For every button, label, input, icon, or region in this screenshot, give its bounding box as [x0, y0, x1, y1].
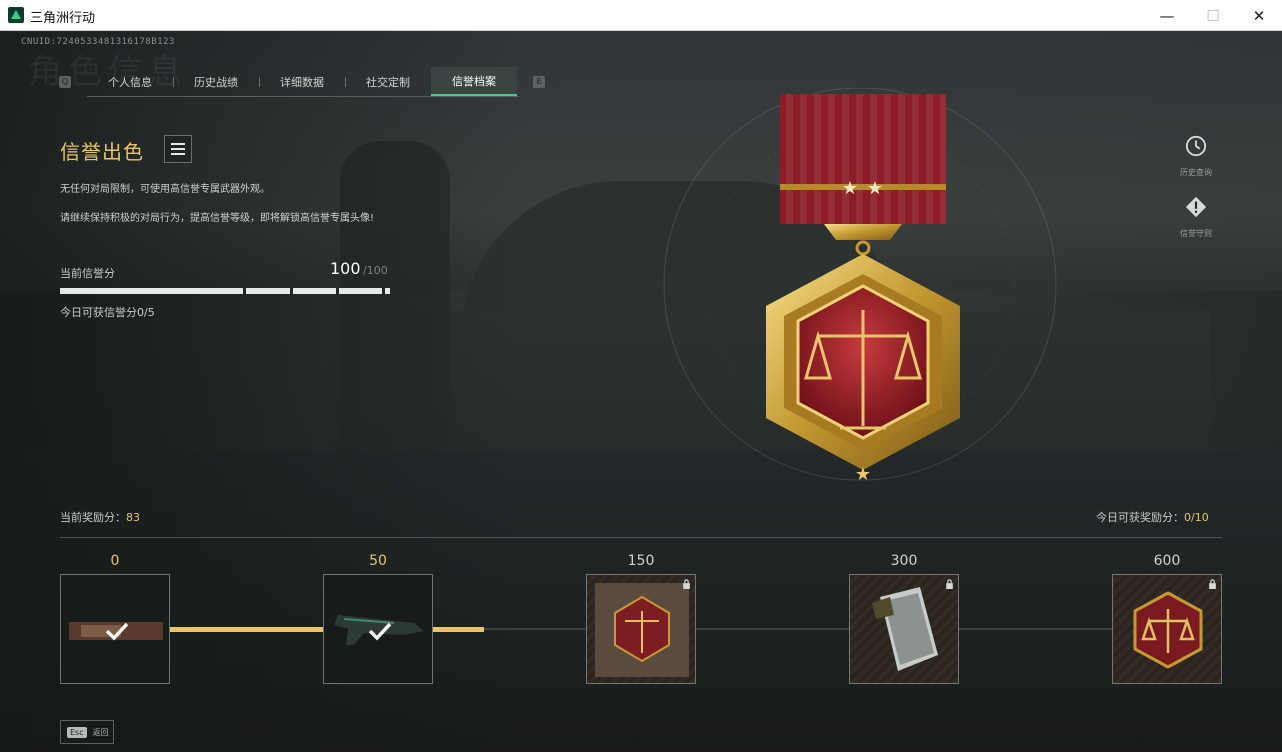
- score-progress-bar: [60, 288, 393, 294]
- tab-next-key[interactable]: E: [533, 76, 545, 88]
- maximize-button[interactable]: ☐: [1190, 0, 1236, 31]
- close-button[interactable]: ✕: [1236, 0, 1282, 31]
- window-titlebar: 三角洲行动 — ☐ ✕: [0, 0, 1282, 31]
- daily-score-limit: 今日可获信誉分0/5: [60, 306, 155, 319]
- milestone-value: 600: [1153, 553, 1181, 569]
- reward-card-locked[interactable]: [586, 574, 696, 684]
- lock-icon: [1209, 579, 1216, 589]
- milestone-value: 0: [110, 553, 120, 569]
- current-reward-value: 83: [126, 511, 140, 524]
- tab-social[interactable]: 社交定制: [345, 67, 431, 96]
- milestone-value: 150: [627, 553, 655, 569]
- score-value: 100: [330, 259, 361, 278]
- score-label: 当前信誉分: [60, 267, 115, 280]
- warning-diamond-icon: [1185, 196, 1207, 218]
- tab-prev-key[interactable]: Q: [59, 76, 71, 88]
- history-clock-icon: [1185, 135, 1207, 157]
- tab-match-history[interactable]: 历史战绩: [173, 67, 259, 96]
- svg-text:★: ★: [855, 464, 871, 485]
- score-max: /100: [363, 264, 388, 277]
- back-button[interactable]: Esc 返回: [60, 720, 114, 744]
- app-logo-icon: [8, 7, 24, 23]
- reward-avatar-image: [595, 583, 689, 677]
- reward-track-progress: [170, 627, 323, 632]
- tab-personal-info[interactable]: 个人信息: [87, 67, 173, 96]
- reputation-medal-image: ★ ★ ★: [663, 88, 1057, 485]
- today-reward-label: 今日可获奖励分：: [1096, 511, 1184, 524]
- tab-reputation[interactable]: 信誉档案: [431, 67, 517, 96]
- current-reward-points: 当前奖励分：83: [60, 509, 140, 525]
- reputation-hint: 请继续保持积极的对局行为，提高信誉等级，即将解锁高信誉专属头像!: [60, 213, 375, 224]
- today-reward-points: 今日可获奖励分：0/10: [1096, 509, 1209, 525]
- reputation-level-title: 信誉出色: [60, 140, 144, 164]
- minimize-button[interactable]: —: [1144, 0, 1190, 31]
- milestone-value: 50: [369, 553, 387, 569]
- tab-bar: 个人信息 历史战绩 详细数据 社交定制 信誉档案: [87, 67, 519, 97]
- reputation-list-button[interactable]: [164, 135, 192, 163]
- history-query-button[interactable]: 历史查询: [1166, 135, 1226, 178]
- reward-track-remaining: [484, 628, 1112, 630]
- player-id: CNUID:7240533481316178B123: [21, 37, 175, 47]
- svg-text:★: ★: [842, 178, 858, 199]
- rewards-divider: [60, 537, 1222, 538]
- lock-icon: [946, 579, 953, 589]
- milestone-value: 300: [890, 553, 918, 569]
- back-label: 返回: [92, 727, 109, 737]
- reward-emblem-image: [1133, 591, 1203, 669]
- checkmark-icon: [368, 622, 392, 641]
- reward-card-claimed[interactable]: [323, 574, 433, 684]
- esc-key-hint: Esc: [67, 726, 87, 738]
- window-title: 三角洲行动: [30, 11, 96, 26]
- reward-card-claimed[interactable]: [60, 574, 170, 684]
- checkmark-icon: [105, 622, 129, 641]
- reputation-rules-label: 信誉守则: [1180, 229, 1212, 238]
- lock-icon: [683, 579, 690, 589]
- today-reward-value: 0/10: [1184, 511, 1209, 524]
- reputation-rules-button[interactable]: 信誉守则: [1166, 196, 1226, 239]
- list-icon: [171, 143, 185, 145]
- svg-text:★: ★: [867, 178, 883, 199]
- reward-track-progress: [433, 627, 484, 632]
- reward-card-locked[interactable]: [849, 574, 959, 684]
- current-reward-label: 当前奖励分：: [60, 511, 126, 524]
- history-query-label: 历史查询: [1180, 168, 1212, 177]
- reputation-description: 无任何对局限制，可使用高信誉专属武器外观。: [60, 184, 270, 195]
- tab-detailed-data[interactable]: 详细数据: [259, 67, 345, 96]
- reward-card-image: [872, 587, 938, 671]
- reward-card-locked[interactable]: [1112, 574, 1222, 684]
